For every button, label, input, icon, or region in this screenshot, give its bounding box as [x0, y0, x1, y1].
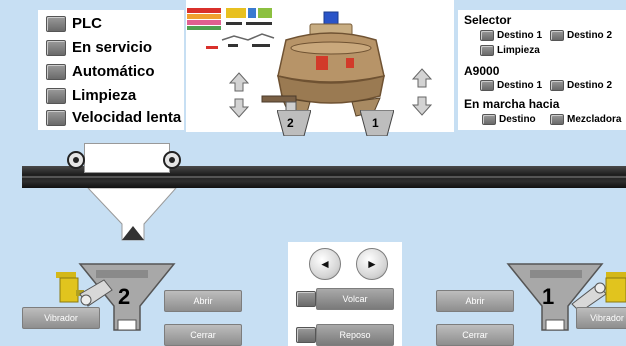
selector-limpieza-label: Limpieza — [497, 45, 540, 57]
status-en-servicio: En servicio — [46, 39, 153, 57]
arrow-up-icon-left[interactable] — [229, 72, 249, 92]
en-marcha-mezcladora-label: Mezcladora — [567, 114, 622, 126]
plc-indicator — [46, 16, 66, 33]
en-marcha-mezcladora: Mezcladora — [550, 114, 621, 125]
en-servicio-indicator — [46, 40, 66, 57]
cerrar-button-right[interactable]: Cerrar — [436, 324, 514, 346]
reposo-button[interactable]: Reposo — [316, 324, 394, 346]
rail-highlight — [22, 176, 626, 178]
a9000-destino1: Destino 1 — [480, 80, 542, 91]
arrow-down-icon-left[interactable] — [229, 98, 249, 118]
trolley-hopper — [87, 188, 177, 241]
hopper-left-number: 2 — [118, 284, 131, 309]
reposo-indicator — [296, 327, 316, 343]
status-automatico: Automático — [46, 63, 155, 81]
en-marcha-destino: Destino — [482, 114, 536, 125]
en-marcha-title: En marcha hacia — [464, 97, 560, 111]
status-limpieza: Limpieza — [46, 87, 137, 105]
trolley-body — [84, 143, 170, 173]
selector-limpieza-indicator — [480, 45, 494, 56]
selector-destino2-indicator — [550, 30, 564, 41]
outlet-marker-left — [277, 110, 311, 136]
status-velocidad-lenta-label: Velocidad lenta — [72, 109, 182, 126]
next-icon: ► — [366, 257, 378, 271]
selector-limpieza: Limpieza — [480, 45, 540, 56]
a9000-destino2: Destino 2 — [550, 80, 612, 91]
abrir-button-left[interactable]: Abrir — [164, 290, 242, 312]
vibrador-button-left[interactable]: Vibrador — [22, 307, 100, 329]
hmi-screen: PLC En servicio Automático Limpieza Velo… — [0, 0, 626, 346]
volcar-button[interactable]: Volcar — [316, 288, 394, 310]
hopper-right-number: 1 — [542, 284, 555, 309]
selector-destino1: Destino 1 — [480, 30, 542, 41]
volcar-indicator — [296, 291, 316, 307]
outlet-number-left: 2 — [287, 116, 294, 130]
selector-destino1-label: Destino 1 — [497, 30, 543, 42]
prev-button[interactable]: ◄ — [309, 248, 341, 280]
status-en-servicio-label: En servicio — [72, 39, 153, 56]
a9000-title: A9000 — [464, 64, 500, 78]
a9000-destino1-indicator — [480, 80, 494, 91]
abrir-button-right[interactable]: Abrir — [436, 290, 514, 312]
status-panel: PLC En servicio Automático Limpieza Velo… — [38, 10, 184, 130]
prev-icon: ◄ — [319, 257, 331, 271]
trolley-wheel-right — [163, 151, 181, 169]
next-button[interactable]: ► — [356, 248, 388, 280]
selector-destino2-label: Destino 2 — [567, 30, 613, 42]
vibrador-button-right[interactable]: Vibrador — [576, 307, 626, 329]
en-marcha-destino-indicator — [482, 114, 496, 125]
destination-panel: Selector Destino 1 Destino 2 Limpieza A9… — [458, 10, 626, 130]
selector-title: Selector — [464, 13, 512, 27]
status-plc: PLC — [46, 15, 102, 33]
center-control-panel: ◄ ► Volcar Reposo — [288, 242, 402, 346]
a9000-destino2-indicator — [550, 80, 564, 91]
vibrator-motor-right — [605, 272, 626, 303]
automatico-indicator — [46, 64, 66, 81]
selector-destino2: Destino 2 — [550, 30, 612, 41]
arrow-down-icon-right[interactable] — [412, 96, 432, 116]
status-plc-label: PLC — [72, 15, 102, 32]
a9000-destino2-label: Destino 2 — [567, 80, 613, 92]
status-limpieza-label: Limpieza — [72, 87, 137, 104]
arrow-up-icon-right[interactable] — [412, 68, 432, 88]
limpieza-indicator — [46, 88, 66, 105]
selector-destino1-indicator — [480, 30, 494, 41]
velocidad-lenta-indicator — [46, 110, 66, 127]
cerrar-button-left[interactable]: Cerrar — [164, 324, 242, 346]
outlet-number-right: 1 — [372, 116, 379, 130]
a9000-destino1-label: Destino 1 — [497, 80, 543, 92]
status-velocidad-lenta: Velocidad lenta — [46, 109, 182, 127]
en-marcha-mezcladora-indicator — [550, 114, 564, 125]
trolley-wheel-left — [67, 151, 85, 169]
en-marcha-destino-label: Destino — [499, 114, 536, 126]
status-automatico-label: Automático — [72, 63, 155, 80]
